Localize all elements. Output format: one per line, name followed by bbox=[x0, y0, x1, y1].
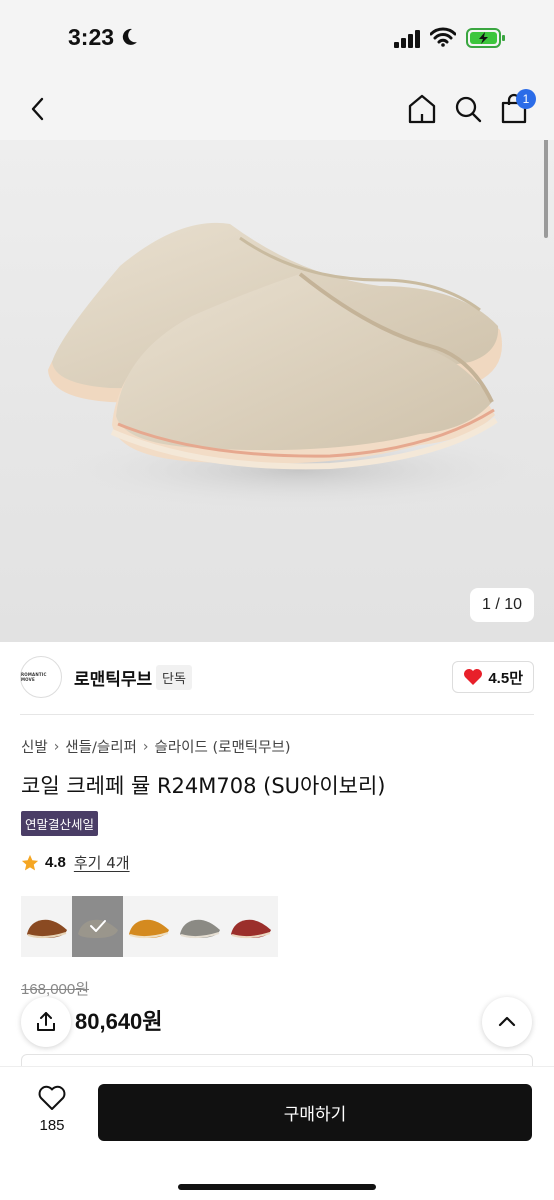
sale-price: 80,640원 bbox=[75, 1009, 163, 1034]
swatch-gray[interactable] bbox=[174, 896, 225, 957]
scrollbar bbox=[544, 140, 548, 238]
home-icon bbox=[408, 94, 436, 124]
original-price: 168,000원 bbox=[21, 981, 90, 998]
swatch-burgundy[interactable] bbox=[225, 896, 276, 957]
slipper-thumbnail bbox=[26, 919, 67, 938]
brand-logo[interactable]: ROMANTIC MOVE bbox=[20, 656, 62, 698]
swatch-mustard[interactable] bbox=[123, 896, 174, 957]
product-image-gallery[interactable]: 1 / 10 bbox=[0, 140, 554, 642]
breadcrumb-item[interactable]: 신발 bbox=[21, 736, 48, 757]
product-title: 코일 크레페 뮬 R24M708 (SU아이보리) bbox=[21, 774, 386, 798]
buy-button[interactable]: 구매하기 bbox=[98, 1084, 532, 1141]
divider bbox=[20, 714, 534, 715]
check-icon bbox=[90, 920, 106, 932]
chevron-right-icon: › bbox=[53, 738, 60, 755]
chevron-left-icon bbox=[31, 97, 44, 121]
image-pager: 1 / 10 bbox=[469, 588, 534, 622]
slipper-thumbnail bbox=[128, 919, 169, 938]
moon-icon bbox=[122, 28, 137, 45]
battery-icon bbox=[466, 28, 505, 48]
cart-button[interactable]: 1 bbox=[498, 89, 536, 126]
star-icon bbox=[21, 854, 39, 870]
color-swatches bbox=[21, 896, 278, 957]
status-time: 3:23 bbox=[68, 24, 115, 50]
share-button[interactable] bbox=[21, 997, 71, 1047]
slipper-thumbnail bbox=[179, 919, 220, 938]
share-icon bbox=[37, 1012, 55, 1031]
swatch-brown[interactable] bbox=[21, 896, 72, 957]
brand-row: ROMANTIC MOVE 로맨틱무브 단독 4.5만 bbox=[20, 656, 534, 700]
bottom-bar: 185 구매하기 bbox=[0, 1066, 554, 1200]
nav-bar: 1 bbox=[0, 76, 554, 140]
chevron-up-icon bbox=[498, 1016, 516, 1027]
chevron-right-icon: › bbox=[142, 738, 149, 755]
swatch-gray-beige[interactable] bbox=[72, 896, 123, 957]
home-button[interactable] bbox=[406, 92, 438, 126]
brand-like-button[interactable]: 4.5만 bbox=[452, 661, 534, 693]
search-icon bbox=[455, 96, 482, 123]
breadcrumb-item[interactable]: 샌들/슬리퍼 bbox=[65, 736, 137, 757]
breadcrumb: 신발 › 샌들/슬리퍼 › 슬라이드 (로맨틱무브) bbox=[21, 736, 290, 757]
search-button[interactable] bbox=[452, 92, 484, 126]
rating-row: 4.8 후기 4개 bbox=[21, 852, 130, 873]
product-photo bbox=[48, 222, 540, 510]
brand-name[interactable]: 로맨틱무브 bbox=[74, 665, 152, 690]
home-indicator bbox=[178, 1184, 376, 1190]
wifi-icon bbox=[430, 27, 456, 47]
wishlist-button[interactable]: 185 bbox=[24, 1085, 80, 1147]
wishlist-count: 185 bbox=[39, 1117, 65, 1134]
brand-like-count: 4.5만 bbox=[488, 669, 523, 687]
cart-count-badge: 1 bbox=[516, 89, 536, 109]
exclusive-tag: 단독 bbox=[156, 665, 192, 690]
signal-icon bbox=[394, 30, 420, 48]
slipper-thumbnail bbox=[230, 919, 271, 938]
breadcrumb-item[interactable]: 슬라이드 (로맨틱무브) bbox=[155, 736, 291, 757]
heart-icon bbox=[464, 669, 483, 685]
rating-value: 4.8 bbox=[45, 854, 66, 871]
back-button[interactable] bbox=[24, 92, 54, 126]
scroll-top-button[interactable] bbox=[482, 997, 532, 1047]
heart-outline-icon bbox=[38, 1085, 66, 1110]
status-bar: 3:23 bbox=[0, 0, 554, 76]
review-link[interactable]: 후기 4개 bbox=[74, 852, 130, 873]
sale-badge: 연말결산세일 bbox=[21, 811, 99, 836]
